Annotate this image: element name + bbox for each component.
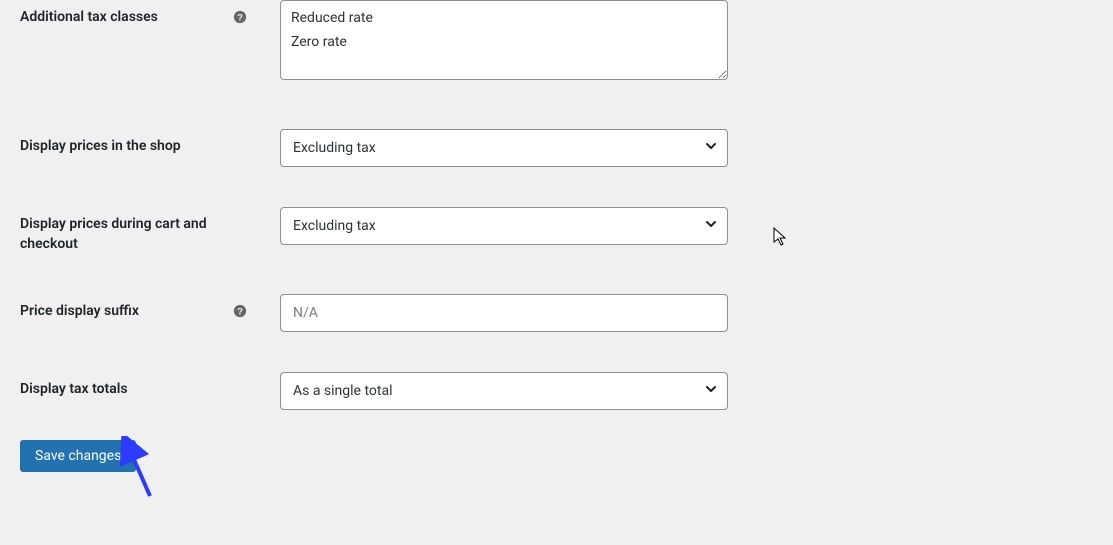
display-prices-cart-label: Display prices during cart and checkout (20, 215, 230, 254)
display-prices-cart-value: Excluding tax (293, 218, 376, 234)
save-changes-button[interactable]: Save changes (20, 440, 136, 472)
display-prices-cart-select[interactable]: Excluding tax (280, 207, 728, 245)
display-tax-totals-select[interactable]: As a single total (280, 372, 728, 410)
price-display-suffix-label: Price display suffix (20, 302, 139, 322)
display-prices-shop-value: Excluding tax (293, 140, 376, 156)
additional-tax-classes-label: Additional tax classes (20, 8, 158, 28)
help-icon[interactable]: ? (232, 303, 248, 319)
svg-text:?: ? (237, 13, 243, 24)
display-prices-shop-label: Display prices in the shop (20, 137, 181, 157)
additional-tax-classes-textarea[interactable] (280, 0, 728, 80)
display-tax-totals-value: As a single total (293, 383, 392, 399)
help-icon[interactable]: ? (232, 9, 248, 25)
price-display-suffix-input[interactable] (280, 294, 728, 332)
display-tax-totals-label: Display tax totals (20, 380, 128, 400)
svg-text:?: ? (237, 307, 243, 318)
display-prices-shop-select[interactable]: Excluding tax (280, 129, 728, 167)
